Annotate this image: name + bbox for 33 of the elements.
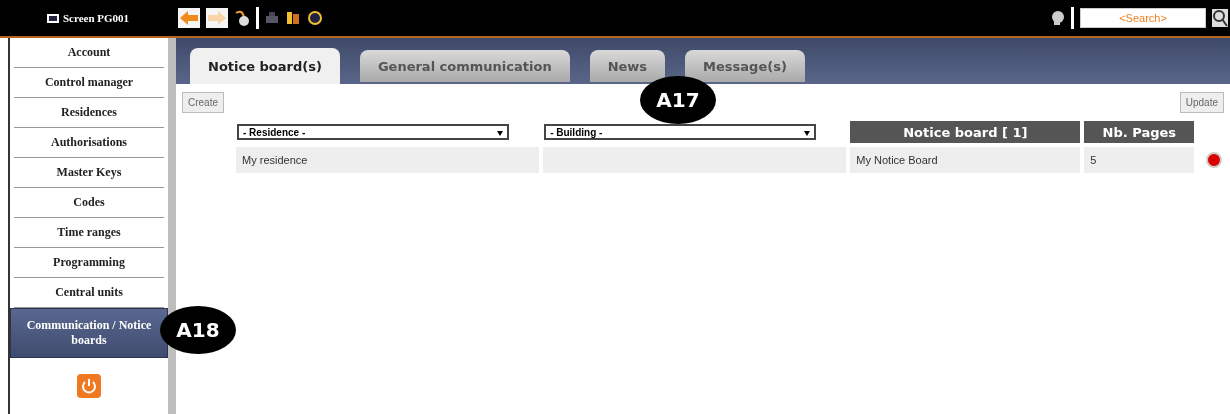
table-cell: My residence bbox=[242, 154, 308, 166]
update-button[interactable]: Update bbox=[1179, 92, 1224, 113]
sidebar-item[interactable]: Control manager bbox=[14, 68, 164, 98]
screen-icon bbox=[46, 13, 59, 23]
create-button[interactable]: Create bbox=[182, 92, 224, 113]
caret-icon bbox=[804, 130, 811, 136]
sidebar-item[interactable]: Account bbox=[14, 38, 164, 68]
tab[interactable]: Message(s) bbox=[685, 50, 805, 82]
table-cell: 5 bbox=[1090, 154, 1097, 166]
callout-badge: A18 bbox=[160, 306, 236, 354]
column-header: Notice board [ 1] bbox=[850, 121, 1081, 143]
sidebar-item[interactable]: Programming bbox=[14, 248, 164, 278]
sidebar-item[interactable]: Master Keys bbox=[14, 158, 164, 188]
tab[interactable]: Notice board(s) bbox=[190, 48, 340, 84]
tab[interactable]: General communication bbox=[359, 50, 570, 82]
tab[interactable]: News bbox=[589, 50, 666, 82]
caret-icon bbox=[497, 130, 503, 136]
sidebar-item[interactable]: Codes bbox=[14, 188, 164, 218]
dropdown[interactable]: - Building - bbox=[544, 124, 817, 140]
sidebar-item[interactable]: Communication / Notice boards bbox=[10, 308, 168, 358]
help-icon[interactable] bbox=[307, 10, 323, 26]
dropdown[interactable]: - Residence - bbox=[237, 124, 509, 140]
column-header: Nb. Pages bbox=[1084, 121, 1195, 143]
sidebar-item[interactable]: Authorisations bbox=[14, 128, 164, 158]
callout-badge: A17 bbox=[640, 76, 716, 124]
search-icon[interactable] bbox=[1212, 9, 1228, 27]
power-icon[interactable] bbox=[77, 374, 101, 398]
sidebar-item[interactable]: Time ranges bbox=[14, 218, 164, 248]
sidebar-item[interactable]: Residences bbox=[14, 98, 164, 128]
table-cell: My Notice Board bbox=[856, 154, 938, 166]
search-field[interactable]: <Search> bbox=[1080, 8, 1206, 28]
printer-icon[interactable] bbox=[265, 11, 279, 25]
screen-label: Screen PG001 bbox=[62, 12, 130, 24]
